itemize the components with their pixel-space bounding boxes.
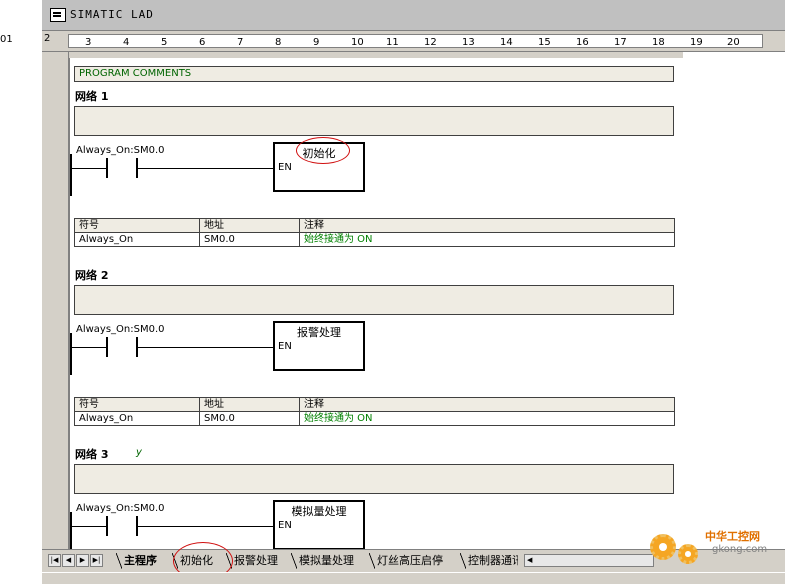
network-2-contact-label: Always_On:SM0.0: [76, 324, 165, 335]
watermark-url: gkong.com: [712, 544, 768, 555]
network-1-box-en: EN: [278, 162, 292, 173]
tab-controller-comm[interactable]: 控制器通讯: [460, 553, 518, 569]
ruler-tick: 6: [199, 37, 206, 48]
network-2-power-rail: [70, 333, 72, 375]
network-3-wire-out: [138, 526, 273, 527]
ruler-tick: 3: [85, 37, 92, 48]
network-2-wire-out: [138, 347, 273, 348]
network-1-comment[interactable]: [74, 106, 674, 136]
gear-icon: [650, 534, 676, 560]
ruler-tick: 17: [614, 37, 627, 48]
ruler-tick: 18: [652, 37, 665, 48]
network-3-power-rail: [70, 512, 72, 549]
ladder-window-icon: [50, 8, 66, 22]
network-3-annotation: y: [136, 447, 142, 458]
network-2-subroutine-box[interactable]: 报警处理 EN: [273, 321, 365, 371]
symbol-cell: Always_On: [74, 411, 200, 426]
ruler-tick: 5: [161, 37, 168, 48]
window-title: SIMATIC LAD: [70, 8, 154, 21]
ruler-tick: 20: [727, 37, 740, 48]
ruler-tick: 14: [500, 37, 513, 48]
ruler-tick: 19: [690, 37, 703, 48]
network-3-box-en: EN: [278, 520, 292, 531]
ruler-tick: 15: [538, 37, 551, 48]
network-2-comment[interactable]: [74, 285, 674, 315]
ladder-sheet[interactable]: PROGRAM COMMENTS 网络 1 Always_On:SM0.0 初始…: [69, 58, 684, 549]
header-address: 地址: [199, 218, 300, 233]
network-1-symbol-table: 符号 地址 注释 Always_On SM0.0 始终接通为 ON: [74, 218, 675, 247]
ruler-tick: 2: [44, 33, 51, 44]
tab-filament[interactable]: 灯丝高压启停: [369, 553, 443, 569]
scroll-left-icon[interactable]: ◀: [527, 555, 532, 566]
network-3-comment[interactable]: [74, 464, 674, 494]
editor-blank-area: [683, 52, 785, 549]
next-tab-button[interactable]: ▶: [76, 554, 89, 567]
watermark: 中华工控网 gkong.com: [610, 522, 780, 572]
column-ruler: 2 3 4 5 6 7 8 9 10 11 12 13 14 15 16 17 …: [42, 31, 785, 52]
last-icon: ▶|: [92, 556, 101, 564]
ruler-tick: 4: [123, 37, 130, 48]
header-address: 地址: [199, 397, 300, 412]
prev-icon: ◀: [65, 556, 72, 564]
header-symbol: 符号: [74, 397, 200, 412]
next-icon: ▶: [79, 556, 86, 564]
network-2-box-en: EN: [278, 341, 292, 352]
comment-cell: 始终接通为 ON: [299, 232, 675, 247]
title-bar: SIMATIC LAD: [42, 0, 785, 31]
network-3-wire-in: [72, 526, 106, 527]
program-comments[interactable]: PROGRAM COMMENTS: [74, 66, 674, 82]
network-1-wire-out: [138, 168, 273, 169]
gear-icon: [678, 544, 698, 564]
tab-analog[interactable]: 模拟量处理: [291, 553, 354, 569]
ruler-tick: 11: [386, 37, 399, 48]
ruler-tick: 13: [462, 37, 475, 48]
network-2-symbol-table: 符号 地址 注释 Always_On SM0.0 始终接通为 ON: [74, 397, 675, 426]
ruler-tick: 12: [424, 37, 437, 48]
prev-tab-button[interactable]: ◀: [62, 554, 75, 567]
tab-alarm[interactable]: 报警处理: [226, 553, 278, 569]
network-1-title: 网络 1: [75, 90, 109, 103]
tab-main-program[interactable]: 主程序: [116, 553, 157, 569]
ruler-tick: 10: [351, 37, 364, 48]
address-cell: SM0.0: [199, 411, 300, 426]
ruler-tick: 8: [275, 37, 282, 48]
network-2-title: 网络 2: [75, 269, 109, 282]
network-2-box-title: 报警处理: [297, 326, 341, 339]
network-1-wire-in: [72, 168, 106, 169]
last-tab-button[interactable]: ▶|: [90, 554, 103, 567]
ladder-editor: PROGRAM COMMENTS 网络 1 Always_On:SM0.0 初始…: [42, 52, 785, 549]
editor-gutter: [46, 52, 69, 549]
first-tab-button[interactable]: |◀: [48, 554, 61, 567]
header-symbol: 符号: [74, 218, 200, 233]
header-comment: 注释: [299, 397, 675, 412]
lad-editor-window: SIMATIC LAD 2 3 4 5 6 7 8 9 10 11 12 13 …: [42, 0, 785, 584]
header-comment: 注释: [299, 218, 675, 233]
status-bar: [42, 572, 785, 584]
network-2-wire-in: [72, 347, 106, 348]
address-cell: SM0.0: [199, 232, 300, 247]
network-3-title: 网络 3: [75, 448, 109, 461]
ruler-tick: 16: [576, 37, 589, 48]
symbol-cell: Always_On: [74, 232, 200, 247]
network-3-subroutine-box[interactable]: 模拟量处理 EN: [273, 500, 365, 549]
left-pane: 01: [0, 0, 43, 583]
network-1-power-rail: [70, 154, 72, 196]
ruler-strip: 3 4 5 6 7 8 9 10 11 12 13 14 15 16 17 18…: [68, 34, 763, 48]
first-icon: |◀: [50, 556, 59, 564]
network-3-contact-left[interactable]: [106, 516, 108, 536]
ruler-tick: 9: [313, 37, 320, 48]
red-highlight-ellipse: [296, 137, 350, 164]
watermark-text: 中华工控网: [705, 530, 760, 543]
comment-cell: 始终接通为 ON: [299, 411, 675, 426]
network-1-contact-left[interactable]: [106, 158, 108, 178]
network-3-contact-label: Always_On:SM0.0: [76, 503, 165, 514]
network-3-box-title: 模拟量处理: [291, 505, 347, 518]
left-pane-text: 01: [0, 34, 13, 45]
ruler-tick: 7: [237, 37, 244, 48]
network-1-contact-label: Always_On:SM0.0: [76, 145, 165, 156]
network-2-contact-left[interactable]: [106, 337, 108, 357]
